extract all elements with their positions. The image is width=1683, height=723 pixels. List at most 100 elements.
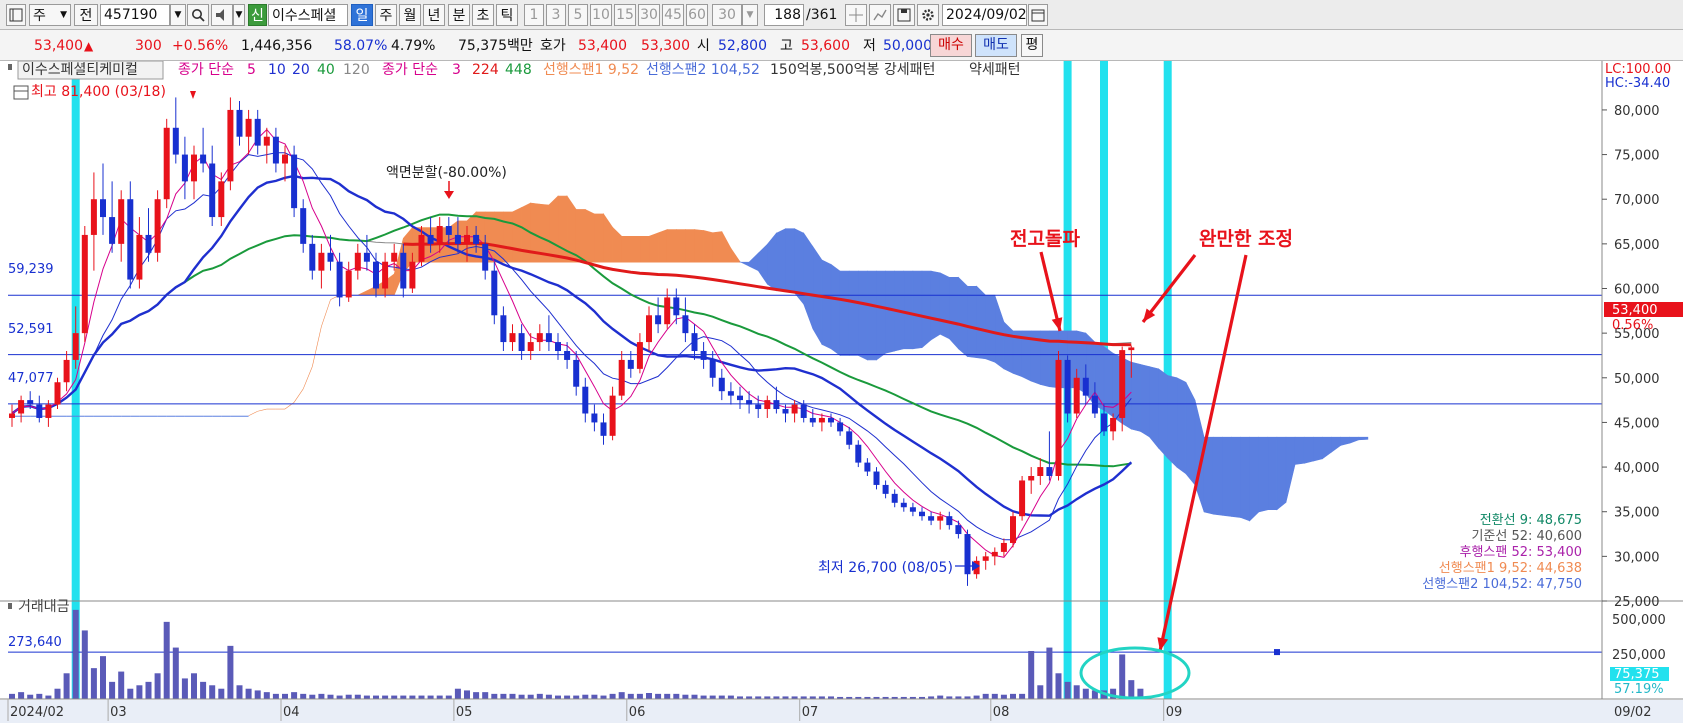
volume-bar-107	[982, 693, 989, 699]
candle-body-108	[991, 551, 998, 557]
candle-body-86	[791, 404, 798, 414]
candle-body-38	[354, 252, 361, 271]
candle-body-30	[282, 154, 288, 164]
search-icon[interactable]	[187, 4, 209, 26]
volume-marker-point	[1274, 649, 1280, 656]
sell-button[interactable]: 매도	[975, 34, 1017, 57]
candle-body-109	[1000, 542, 1007, 552]
cloud-segment-51	[712, 231, 723, 263]
volume-bar-78	[718, 695, 725, 699]
cloud-lead-16	[157, 415, 167, 417]
period-week[interactable]: 주	[375, 4, 397, 26]
period-month[interactable]: 월	[399, 4, 421, 26]
new-badge-button[interactable]: 신	[248, 4, 267, 26]
code-input[interactable]: 457190	[100, 4, 170, 26]
candle-body-70	[646, 315, 652, 343]
minute-30[interactable]: 30	[638, 4, 660, 26]
buy-button[interactable]: 매수	[930, 34, 972, 57]
volume-bar-75	[691, 694, 698, 699]
minute-3[interactable]: 3	[546, 4, 566, 26]
cloud-lead-9	[93, 415, 103, 417]
period-second[interactable]: 초	[472, 4, 494, 26]
volume-bar-51	[473, 692, 480, 699]
volume-bar-18	[172, 647, 179, 699]
chart-background	[0, 61, 1683, 723]
volume-bar-50	[464, 690, 470, 699]
prev-button[interactable]: 전	[74, 4, 98, 26]
lc-label: LC:100.00	[1605, 62, 1671, 77]
calc-icon[interactable]	[13, 85, 29, 100]
cloud-segment-122	[1358, 436, 1369, 441]
minute-10[interactable]: 10	[590, 4, 612, 26]
trend-icon[interactable]	[869, 4, 891, 26]
candle-body-9	[90, 199, 97, 235]
candle-body-121	[1110, 417, 1117, 432]
speaker-dropdown-icon[interactable]: ▼	[233, 4, 245, 26]
volume-bar-5	[54, 688, 61, 699]
volume-bar-22	[209, 685, 216, 699]
market-select[interactable]: 주 ▼	[29, 4, 71, 26]
candle-body-68	[627, 359, 634, 369]
calendar-icon[interactable]	[1028, 4, 1048, 26]
open-label: 시	[697, 38, 710, 54]
gear-icon[interactable]	[917, 4, 939, 26]
candle-body-72	[664, 297, 671, 325]
interval-input[interactable]: 30	[712, 4, 742, 26]
code-dropdown-icon[interactable]: ▼	[170, 4, 186, 26]
minute-60[interactable]: 60	[686, 4, 708, 26]
volume-bar-62	[573, 695, 580, 699]
candle-body-95	[873, 471, 880, 485]
month-label-3: 05	[456, 705, 473, 720]
period-day[interactable]: 일	[351, 4, 373, 26]
volume-bar-39	[363, 695, 370, 699]
minute-5[interactable]: 5	[568, 4, 588, 26]
cloud-segment-80	[976, 285, 987, 360]
volume-line-label: 273,640	[8, 635, 62, 650]
period-tick[interactable]: 틱	[496, 4, 518, 26]
legend-ma2-label: 종가 단순	[382, 62, 438, 78]
candle-body-12	[118, 199, 125, 244]
volume-bar-63	[582, 694, 589, 699]
speaker-icon[interactable]	[211, 4, 233, 26]
volume-bar-43	[400, 695, 407, 699]
volume-bar-19	[181, 678, 188, 699]
crosshair-icon[interactable]	[845, 4, 867, 26]
candle-body-90	[828, 417, 834, 423]
chart-menu-icon[interactable]	[6, 4, 26, 26]
avg-button[interactable]: 평	[1021, 34, 1043, 57]
candle-body-25	[236, 109, 243, 137]
candle-body-54	[500, 315, 507, 343]
cloud-segment-112	[1267, 436, 1278, 511]
chevron-down-icon: ▼	[60, 10, 67, 20]
candle-body-45	[418, 234, 425, 262]
candle-body-81	[746, 400, 753, 405]
cloud-lead-14	[139, 415, 149, 417]
date-input[interactable]: 2024/09/02	[942, 4, 1027, 26]
split-label: 액면분할(-80.00%)	[386, 165, 507, 181]
interval-dropdown-icon[interactable]: ▼	[742, 4, 758, 26]
candle-body-20	[191, 154, 197, 182]
candle-body-23	[218, 181, 225, 218]
cloud-segment-81	[985, 294, 996, 363]
candle-body-14	[136, 234, 143, 280]
cloud-segment-115	[1294, 436, 1305, 465]
change-rate: +0.56%	[172, 38, 229, 54]
save-icon[interactable]	[893, 4, 915, 26]
stock-chart[interactable]: 25,00030,00035,00040,00045,00050,00055,0…	[0, 61, 1683, 723]
period-year[interactable]: 년	[423, 4, 445, 26]
max-marker: 최고 81,400 (03/18)	[13, 84, 166, 100]
minute-15[interactable]: 15	[614, 4, 636, 26]
minute-45[interactable]: 45	[662, 4, 684, 26]
volume-bar-76	[700, 695, 707, 699]
legend-ma224: 224	[472, 62, 499, 78]
volume-bar-56	[518, 694, 525, 699]
minute-1[interactable]: 1	[524, 4, 544, 26]
candle-body-59	[545, 333, 552, 343]
count-input[interactable]: 188	[764, 4, 804, 26]
period-minute[interactable]: 분	[448, 4, 470, 26]
stock-name-field[interactable]: 이수스페셜	[268, 4, 348, 26]
legend-ma5: 5	[247, 62, 256, 78]
volume-bar-31	[291, 692, 298, 699]
candle-body-41	[382, 261, 389, 289]
cloud-segment-58	[776, 228, 786, 292]
